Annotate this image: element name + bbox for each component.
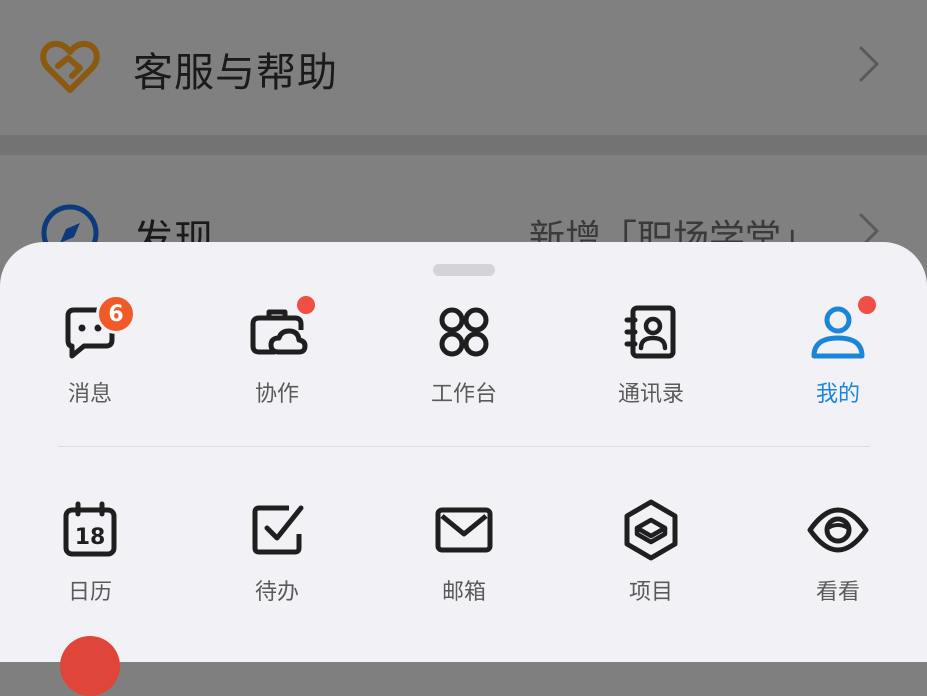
section-separator	[0, 135, 927, 155]
app-todo[interactable]: 待办	[212, 490, 342, 605]
next-row-app-icon[interactable]	[60, 636, 120, 696]
help-row[interactable]: 客服与帮助	[0, 0, 927, 135]
app-switcher-sheet: 6 消息 协作 工作台 通讯录 我的 18 日历 待办 邮箱 项目 看看	[0, 242, 927, 696]
tab-collaboration[interactable]: 协作	[212, 292, 342, 407]
help-title: 客服与帮助	[133, 50, 338, 96]
notification-dot	[295, 294, 317, 316]
primary-tab-row: 6 消息 协作 工作台 通讯录 我的	[0, 292, 927, 407]
notification-dot	[856, 294, 878, 316]
unread-count-badge: 6	[96, 294, 136, 334]
drag-handle[interactable]	[433, 264, 495, 276]
secondary-app-row: 18 日历 待办 邮箱 项目 看看	[0, 490, 927, 605]
app-label: 日历	[67, 580, 112, 605]
mail-icon	[435, 507, 493, 553]
calendar-day: 18	[75, 525, 106, 550]
eye-icon	[807, 507, 869, 553]
tab-label: 协作	[254, 382, 299, 407]
tab-contacts[interactable]: 通讯录	[586, 292, 716, 407]
tab-label: 我的	[815, 382, 860, 407]
project-cube-icon	[624, 499, 678, 561]
apps-grid-icon	[439, 307, 489, 357]
calendar-icon: 18	[63, 501, 117, 557]
app-look[interactable]: 看看	[773, 490, 903, 605]
app-label: 待办	[254, 580, 299, 605]
tab-label: 通讯录	[617, 382, 684, 407]
tab-label: 工作台	[430, 382, 497, 407]
tab-label: 消息	[67, 382, 112, 407]
tab-workbench[interactable]: 工作台	[399, 292, 529, 407]
tab-messages[interactable]: 6 消息	[25, 292, 155, 407]
chevron-right-icon	[859, 46, 879, 82]
heart-hands-icon	[40, 40, 100, 93]
app-label: 项目	[628, 580, 673, 605]
app-label: 看看	[815, 580, 860, 605]
contacts-book-icon	[624, 305, 676, 359]
tab-me[interactable]: 我的	[773, 292, 903, 407]
app-label: 邮箱	[441, 580, 486, 605]
section-divider	[58, 446, 870, 447]
app-project[interactable]: 项目	[586, 490, 716, 605]
app-mail[interactable]: 邮箱	[399, 490, 529, 605]
app-calendar[interactable]: 18 日历	[25, 490, 155, 605]
checkbox-icon	[252, 505, 304, 555]
